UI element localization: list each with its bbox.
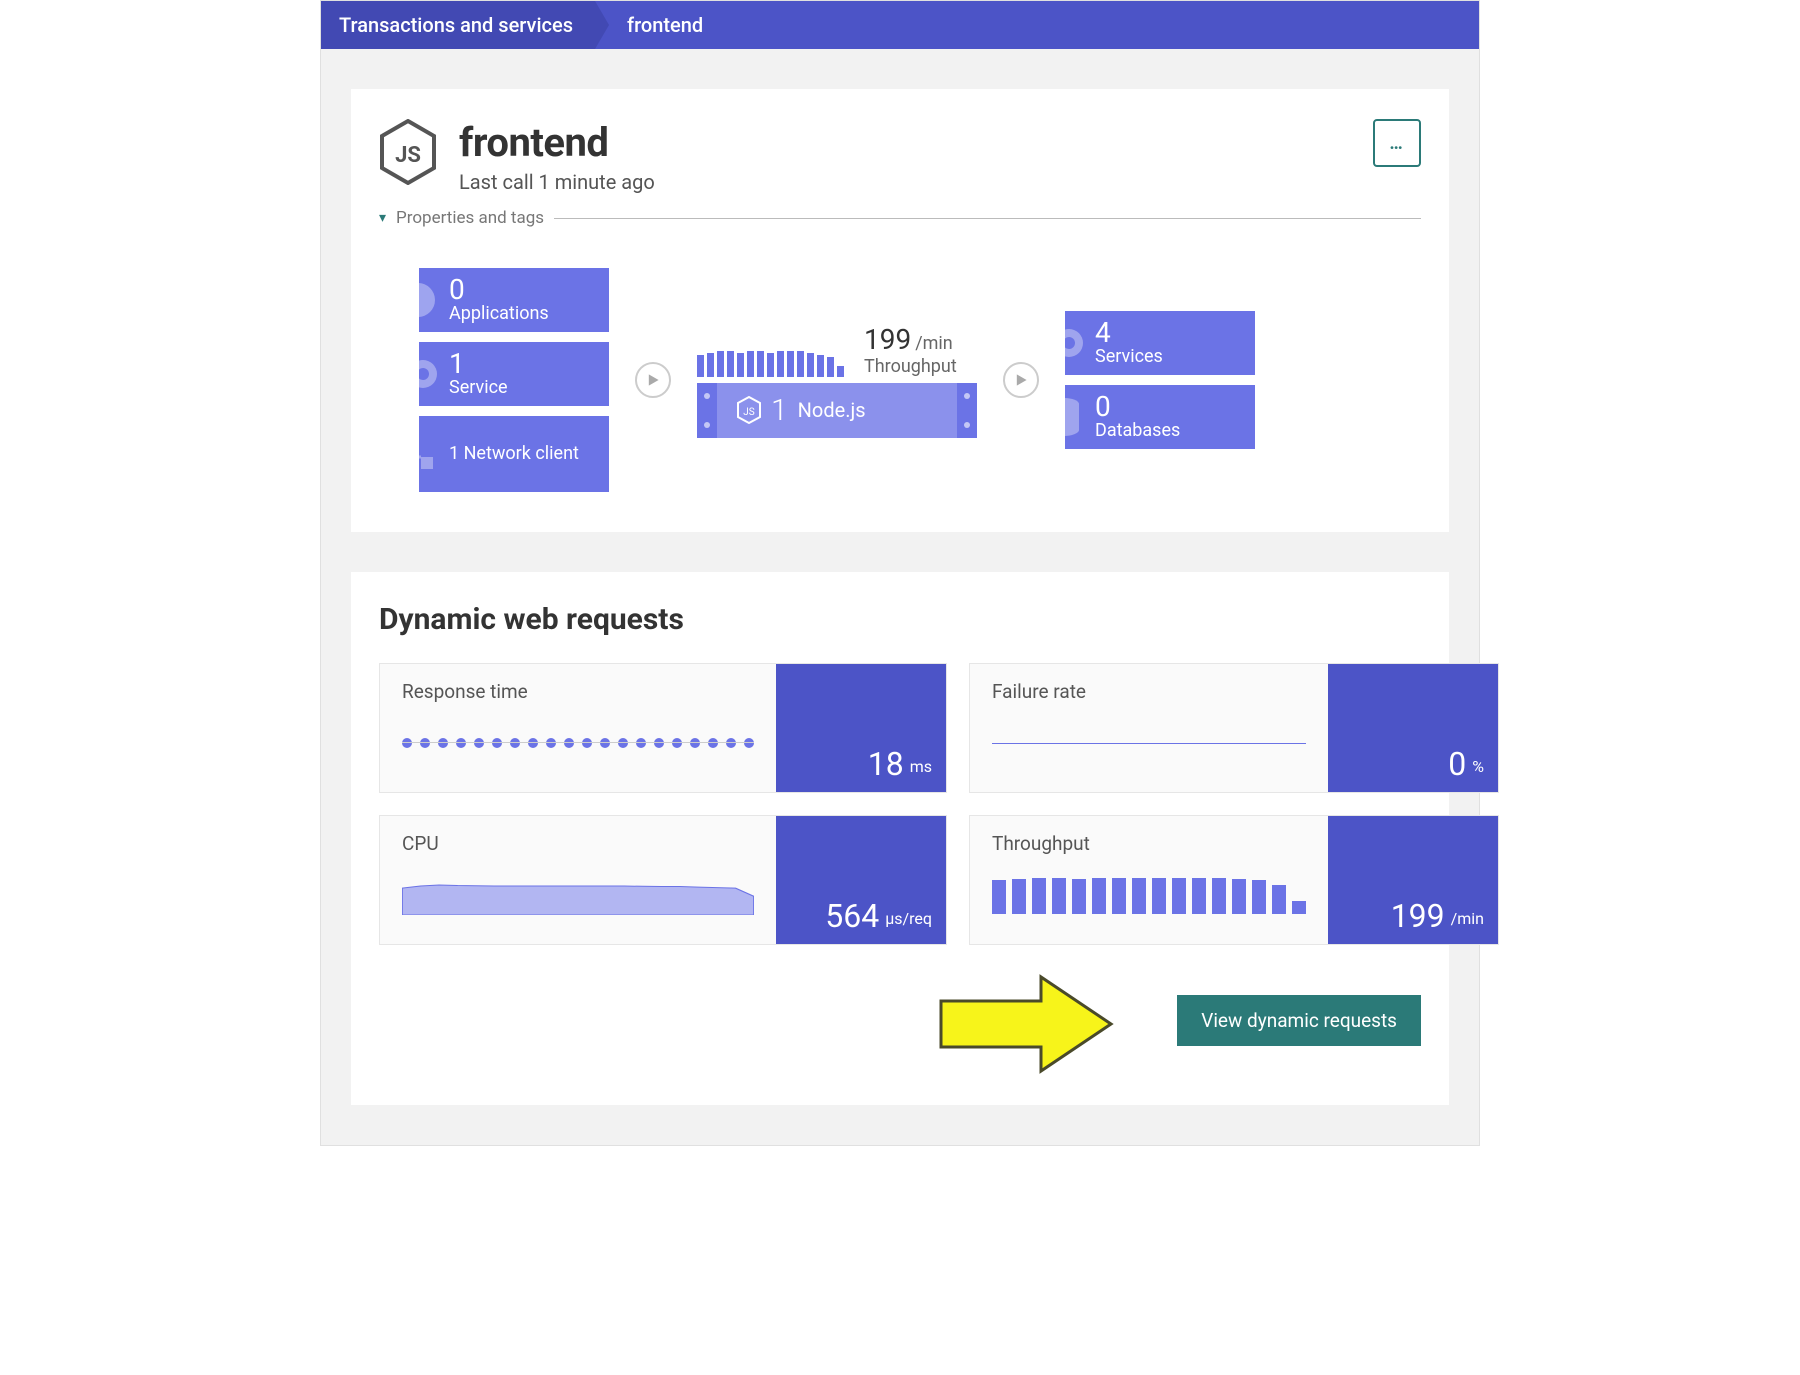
page-frame: Transactions and services frontend JS fr… [320,0,1480,1146]
breadcrumb-root[interactable]: Transactions and services [321,1,595,49]
view-dynamic-requests-button[interactable]: View dynamic requests [1177,995,1421,1046]
throughput-unit: /min [915,333,953,354]
divider [554,218,1421,219]
node-count: 1 [771,393,788,428]
section-title: Dynamic web requests [379,602,1421,637]
drag-handle-icon [697,383,717,438]
tile-value: 0 [449,276,597,304]
flow-right-column: 4 Services 0 Databases [1065,311,1255,449]
breadcrumb-current-label: frontend [627,13,703,37]
metric-label: Failure rate [992,680,1306,703]
throughput-label: Throughput [864,356,957,377]
metric-value: 564 [825,900,879,932]
metric-unit: µs/req [885,909,932,928]
metric-response-time[interactable]: Response time 18 ms [379,663,947,793]
throughput-sparkline [992,863,1306,928]
callout-arrow-icon [931,969,1121,1079]
metric-throughput[interactable]: Throughput 199 /min [969,815,1499,945]
tile-label: Applications [449,304,597,325]
throughput-value: 199 [864,323,911,356]
flow-arrow-left[interactable] [635,362,671,398]
failure-rate-sparkline [992,711,1306,776]
tile-applications[interactable]: 0 Applications [419,268,609,332]
metric-label: Throughput [992,832,1306,855]
node-tile[interactable]: JS 1 Node.js [697,383,977,438]
breadcrumb: Transactions and services frontend [321,1,1479,49]
ellipsis-icon: … [1389,133,1404,154]
tile-label: Databases [1095,421,1243,442]
flow-arrow-right[interactable] [1003,362,1039,398]
metric-label: Response time [402,680,754,703]
chevron-down-icon: ▾ [379,210,386,226]
metric-unit: ms [910,757,932,776]
tile-label: Service [449,378,597,399]
drag-handle-icon [957,383,977,438]
nodejs-icon: JS [379,119,437,185]
cta-label: View dynamic requests [1201,1009,1397,1032]
tile-value: 0 [1095,393,1243,421]
cpu-sparkline [402,863,754,928]
overview-card: JS frontend Last call 1 minute ago … ▾ P… [351,89,1449,532]
chevron-right-icon [595,1,609,49]
page-title: frontend [459,119,655,166]
play-icon [1014,373,1028,387]
metric-value: 199 [1391,900,1445,932]
network-icon [419,437,435,471]
gear-icon [419,352,445,396]
breadcrumb-current: frontend [609,1,725,49]
service-flow: 0 Applications 1 Service 1 Network clien… [419,268,1421,492]
tile-databases[interactable]: 0 Databases [1065,385,1255,449]
more-menu-button[interactable]: … [1373,119,1421,167]
metric-unit: /min [1451,909,1484,928]
metric-value: 18 [868,748,904,780]
svg-text:JS: JS [743,407,755,418]
tile-label: 1 Network client [449,444,597,465]
dynamic-requests-card: Dynamic web requests Response time 18 ms [351,572,1449,1105]
tile-network-client[interactable]: 1 Network client [419,416,609,492]
tile-service[interactable]: 1 Service [419,342,609,406]
flow-center: 199 /min Throughput JS 1 Node.js [697,323,977,438]
flow-left-column: 0 Applications 1 Service 1 Network clien… [419,268,609,492]
metric-unit: % [1472,757,1484,776]
play-icon [646,373,660,387]
response-time-sparkline [402,711,754,776]
tile-services[interactable]: 4 Services [1065,311,1255,375]
properties-toggle[interactable]: ▾ Properties and tags [379,208,1421,228]
throughput-sparkline [697,351,844,377]
gear-icon [1065,321,1091,365]
metric-failure-rate[interactable]: Failure rate 0 % [969,663,1499,793]
metric-value: 0 [1448,748,1466,780]
node-name: Node.js [798,398,866,422]
last-call-subtitle: Last call 1 minute ago [459,170,655,194]
nodejs-icon: JS [737,396,761,424]
breadcrumb-root-label: Transactions and services [339,13,573,37]
tile-label: Services [1095,347,1243,368]
metric-label: CPU [402,832,754,855]
tile-value: 4 [1095,319,1243,347]
metrics-grid: Response time 18 ms Failure rate [379,663,1421,945]
svg-text:JS: JS [395,143,421,168]
tile-value: 1 [449,350,597,378]
properties-toggle-label: Properties and tags [396,208,544,228]
user-icon [419,283,435,317]
database-icon [1065,397,1081,437]
metric-cpu[interactable]: CPU 564 µs/req [379,815,947,945]
